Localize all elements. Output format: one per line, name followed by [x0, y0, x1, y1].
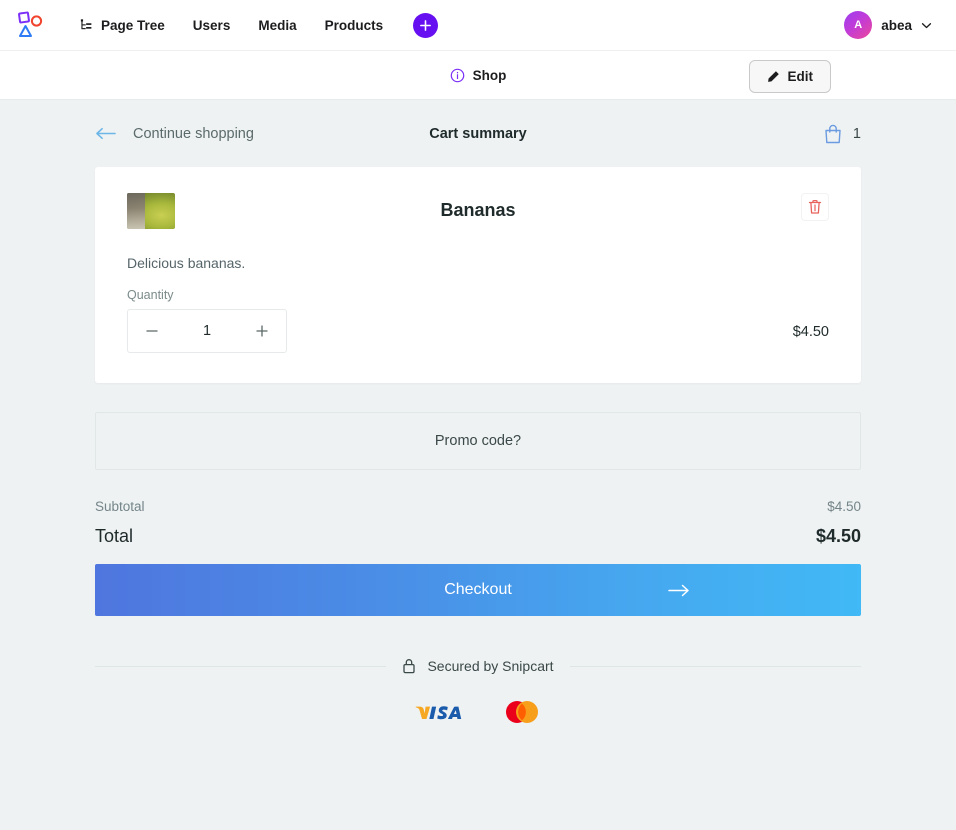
continue-shopping-label: Continue shopping: [133, 125, 254, 142]
brand-logo[interactable]: [14, 9, 46, 41]
info-circle-icon: [450, 68, 464, 82]
cart-indicator[interactable]: 1: [824, 124, 861, 144]
continue-shopping-link[interactable]: Continue shopping: [95, 126, 254, 142]
admin-top-bar: Page Tree Users Media Products A abea: [0, 0, 956, 51]
product-thumbnail[interactable]: [127, 193, 175, 229]
nav-item-products-label: Products: [324, 17, 384, 33]
shop-label: Shop: [472, 67, 507, 83]
edit-button-label: Edit: [787, 69, 814, 84]
secured-divider-row: Secured by Snipcart: [95, 658, 862, 674]
divider-left: [95, 665, 387, 667]
quantity-control: Quantity 1: [127, 288, 287, 353]
cart-item-count: 1: [852, 125, 861, 142]
shopping-bag-icon: [825, 124, 841, 143]
remove-item-button[interactable]: [801, 193, 829, 221]
promo-code-label: Promo code?: [434, 433, 522, 449]
user-menu[interactable]: A abea: [844, 11, 942, 39]
payment-methods: [95, 700, 861, 724]
user-name: abea: [881, 17, 912, 33]
cart-item-card: Bananas Delicious bananas. Quantity 1 $4…: [95, 167, 861, 383]
tree-icon: [80, 19, 92, 30]
subtotal-row: Subtotal $4.50: [95, 499, 861, 514]
edit-button[interactable]: Edit: [748, 60, 831, 93]
lock-icon: [403, 659, 416, 674]
quantity-value[interactable]: 1: [176, 323, 238, 339]
visa-logo: [415, 706, 462, 720]
avatar: A: [844, 11, 873, 39]
total-label: Total: [95, 526, 134, 546]
admin-nav: Page Tree Users Media Products: [66, 12, 397, 39]
nav-item-page-tree[interactable]: Page Tree: [66, 12, 179, 39]
quantity-increase-button[interactable]: [238, 310, 286, 352]
quantity-label: Quantity: [127, 288, 174, 302]
chevron-down-icon: [921, 22, 932, 28]
checkout-button[interactable]: Checkout: [95, 564, 861, 616]
subtotal-label: Subtotal: [95, 499, 145, 514]
secured-label: Secured by Snipcart: [427, 658, 554, 674]
shop-bar: Shop Edit: [0, 51, 956, 100]
total-value: $4.50: [815, 526, 861, 546]
product-price: $4.50: [792, 324, 829, 340]
product-name: Bananas: [440, 200, 516, 220]
nav-item-page-tree-label: Page Tree: [101, 17, 165, 33]
shop-indicator: Shop: [450, 67, 507, 83]
subtotal-value: $4.50: [827, 499, 861, 514]
cart-item-top-row: Bananas: [127, 193, 829, 229]
checkout-button-label: Checkout: [444, 581, 512, 598]
quantity-row: Quantity 1 $4.50: [127, 288, 829, 353]
nav-item-products[interactable]: Products: [311, 12, 398, 39]
pencil-icon: [767, 71, 779, 82]
secured-badge: Secured by Snipcart: [402, 658, 554, 674]
plus-icon: [256, 325, 268, 337]
nav-item-media[interactable]: Media: [244, 12, 310, 39]
cart-page: Continue shopping Cart summary 1 Bananas: [0, 100, 956, 724]
totals-section: Subtotal $4.50 Total $4.50: [95, 499, 861, 547]
avatar-initial: A: [854, 19, 863, 31]
total-row: Total $4.50: [95, 526, 861, 547]
arrow-right-icon: [668, 584, 689, 596]
nav-item-users-label: Users: [192, 17, 231, 33]
add-button[interactable]: [413, 12, 439, 38]
arrow-left-icon: [96, 127, 116, 140]
nav-item-media-label: Media: [258, 17, 297, 33]
promo-code-field[interactable]: Promo code?: [95, 412, 861, 470]
cart-header: Continue shopping Cart summary 1: [95, 100, 861, 167]
minus-icon: [146, 330, 158, 332]
trash-icon: [808, 199, 822, 214]
nav-item-users[interactable]: Users: [179, 12, 245, 39]
plus-icon: [420, 19, 432, 31]
mastercard-logo: [506, 701, 538, 723]
quantity-decrease-button[interactable]: [128, 310, 176, 352]
divider-right: [569, 665, 862, 667]
product-description: Delicious bananas.: [127, 255, 246, 271]
quantity-stepper: 1: [127, 309, 287, 353]
